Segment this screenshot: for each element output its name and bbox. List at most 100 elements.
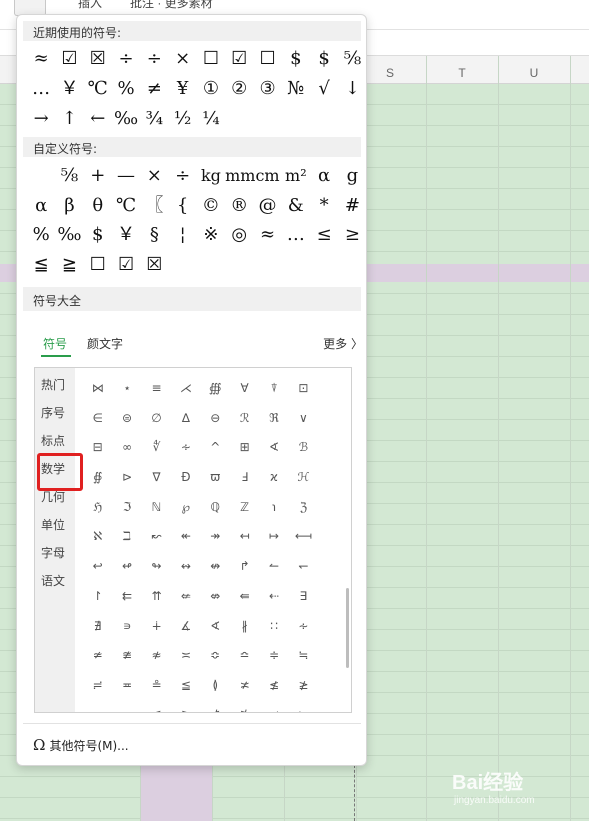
symbol-cell[interactable]: ≦ xyxy=(27,251,55,279)
symbol-grid-cell[interactable]: ≹ xyxy=(230,701,259,712)
symbol-grid-cell[interactable]: ↫ xyxy=(112,552,141,582)
symbol-grid-cell[interactable]: ≻ xyxy=(289,701,318,712)
symbol-cell[interactable]: ¥ xyxy=(168,75,196,103)
symbol-grid-cell[interactable]: ≱ xyxy=(289,671,318,701)
symbol-cell[interactable]: ¼ xyxy=(197,105,225,133)
symbol-grid-cell[interactable] xyxy=(318,404,347,434)
symbol-grid-cell[interactable]: ⇈ xyxy=(142,582,171,612)
category-item[interactable]: 单位 xyxy=(41,516,65,533)
scrollbar[interactable] xyxy=(346,588,349,668)
symbol-grid-cell[interactable] xyxy=(318,433,347,463)
symbol-cell[interactable]: → xyxy=(27,105,55,133)
symbol-grid-cell[interactable]: ↜ xyxy=(142,522,171,552)
symbol-grid-cell[interactable]: ≬ xyxy=(201,671,230,701)
tab-symbols[interactable]: 符号 xyxy=(43,335,67,352)
symbol-cell[interactable]: ½ xyxy=(168,105,196,133)
symbol-cell[interactable]: θ xyxy=(84,192,112,220)
symbol-grid-cell[interactable]: ℜ xyxy=(259,404,288,434)
symbol-grid-cell[interactable] xyxy=(318,522,347,552)
symbol-grid-cell[interactable]: ≍ xyxy=(171,641,200,671)
symbol-cell[interactable]: — xyxy=(112,162,140,190)
symbol-cell[interactable]: © xyxy=(197,192,225,220)
symbol-cell[interactable]: ÷ xyxy=(168,162,196,190)
symbol-cell[interactable]: ☒ xyxy=(140,251,168,279)
symbol-grid-cell[interactable]: ∷ xyxy=(259,612,288,642)
symbol-grid-cell[interactable]: ≒ xyxy=(289,641,318,671)
symbol-cell[interactable]: @ xyxy=(253,192,281,220)
ribbon-item[interactable]: 插入 xyxy=(78,0,102,11)
symbol-grid-cell[interactable]: ≶ xyxy=(142,701,171,712)
symbol-cell[interactable]: ← xyxy=(84,105,112,133)
symbol-grid-cell[interactable]: ≷ xyxy=(171,701,200,712)
symbol-cell[interactable]: * xyxy=(310,192,338,220)
symbol-cell[interactable]: ¦ xyxy=(168,221,196,249)
symbol-grid-cell[interactable]: ↩ xyxy=(83,552,112,582)
symbol-cell[interactable]: cm xyxy=(253,162,281,190)
other-symbols-button[interactable]: Ω 其他符号(M)... xyxy=(33,736,129,754)
symbol-cell[interactable]: ≈ xyxy=(27,45,55,73)
symbol-grid-cell[interactable] xyxy=(318,552,347,582)
more-button[interactable]: 更多 〉 xyxy=(323,335,363,352)
symbol-cell[interactable]: ⅝ xyxy=(55,162,83,190)
symbol-cell[interactable]: $ xyxy=(310,45,338,73)
column-label-s[interactable]: S xyxy=(380,66,400,80)
symbol-grid-cell[interactable]: ∇ xyxy=(142,463,171,493)
symbol-cell[interactable]: ¾ xyxy=(140,105,168,133)
symbol-cell[interactable]: ≧ xyxy=(55,251,83,279)
symbol-cell[interactable]: $ xyxy=(282,45,310,73)
symbol-grid-cell[interactable]: ↬ xyxy=(142,552,171,582)
symbol-grid-cell[interactable]: ≲ xyxy=(83,701,112,712)
symbol-cell[interactable]: ☐ xyxy=(84,251,112,279)
symbol-grid-cell[interactable]: ℵ xyxy=(83,522,112,552)
symbol-grid-cell[interactable]: ≖ xyxy=(112,671,141,701)
symbol-cell[interactable]: α xyxy=(27,192,55,220)
symbol-grid-cell[interactable]: ≄ xyxy=(83,641,112,671)
symbol-cell[interactable]: ☑ xyxy=(225,45,253,73)
symbol-grid-cell[interactable]: ∡ xyxy=(171,612,200,642)
symbol-grid-cell[interactable]: ↾ xyxy=(83,582,112,612)
symbol-grid-cell[interactable]: ⇍ xyxy=(171,582,200,612)
category-item[interactable]: 标点 xyxy=(41,432,65,449)
symbol-grid-cell[interactable]: ⋈ xyxy=(83,374,112,404)
symbol-grid-cell[interactable]: ℬ xyxy=(289,433,318,463)
symbol-grid-cell[interactable]: ℚ xyxy=(201,493,230,523)
symbol-grid-cell[interactable]: ∀ xyxy=(230,374,259,404)
symbol-grid-cell[interactable]: ⊜ xyxy=(112,404,141,434)
symbol-cell[interactable]: ☑ xyxy=(55,45,83,73)
symbol-grid-cell[interactable]: ℕ xyxy=(142,493,171,523)
category-item[interactable]: 语文 xyxy=(41,572,65,589)
symbol-grid-cell[interactable]: ⇇ xyxy=(112,582,141,612)
symbol-grid-cell[interactable] xyxy=(318,493,347,523)
symbol-cell[interactable]: … xyxy=(282,221,310,249)
category-item[interactable]: 序号 xyxy=(41,404,65,421)
symbol-cell[interactable]: β xyxy=(55,192,83,220)
symbol-cell[interactable]: ℃ xyxy=(84,75,112,103)
category-item[interactable]: 字母 xyxy=(41,544,65,561)
symbol-grid-cell[interactable]: ⇎ xyxy=(201,582,230,612)
symbol-grid-cell[interactable]: ∯ xyxy=(83,463,112,493)
symbol-grid-cell[interactable]: ↦ xyxy=(259,522,288,552)
symbol-grid-cell[interactable]: ∨ xyxy=(289,404,318,434)
symbol-cell[interactable]: % xyxy=(112,75,140,103)
symbol-grid-cell[interactable]: ∦ xyxy=(230,612,259,642)
symbol-grid-cell[interactable]: ≑ xyxy=(259,641,288,671)
symbol-cell[interactable]: ≥ xyxy=(338,221,366,249)
symbol-grid-cell[interactable]: ∄ xyxy=(83,612,112,642)
symbol-cell[interactable]: $ xyxy=(84,221,112,249)
symbol-grid-cell[interactable]: ⊞ xyxy=(230,433,259,463)
symbol-grid-cell[interactable]: ⋆ xyxy=(112,374,141,404)
symbol-cell[interactable]: ② xyxy=(225,75,253,103)
symbol-grid-cell[interactable]: ⊖ xyxy=(201,404,230,434)
symbol-grid-cell[interactable]: ∜ xyxy=(142,433,171,463)
symbol-grid-cell[interactable]: ⍒ xyxy=(259,374,288,404)
symbol-grid-cell[interactable]: ≏ xyxy=(230,641,259,671)
symbol-grid-cell[interactable]: ℛ xyxy=(230,404,259,434)
symbol-cell[interactable]: ÷ xyxy=(112,45,140,73)
symbol-grid-cell[interactable]: Ð xyxy=(171,463,200,493)
column-label-u[interactable]: U xyxy=(524,66,544,80)
symbol-grid-cell[interactable]: ∃ xyxy=(289,582,318,612)
symbol-grid-cell[interactable]: ∔ xyxy=(142,612,171,642)
symbol-grid-cell[interactable]: ∢ xyxy=(201,612,230,642)
symbol-cell[interactable]: ☒ xyxy=(84,45,112,73)
symbol-grid-cell[interactable]: ∻ xyxy=(289,612,318,642)
